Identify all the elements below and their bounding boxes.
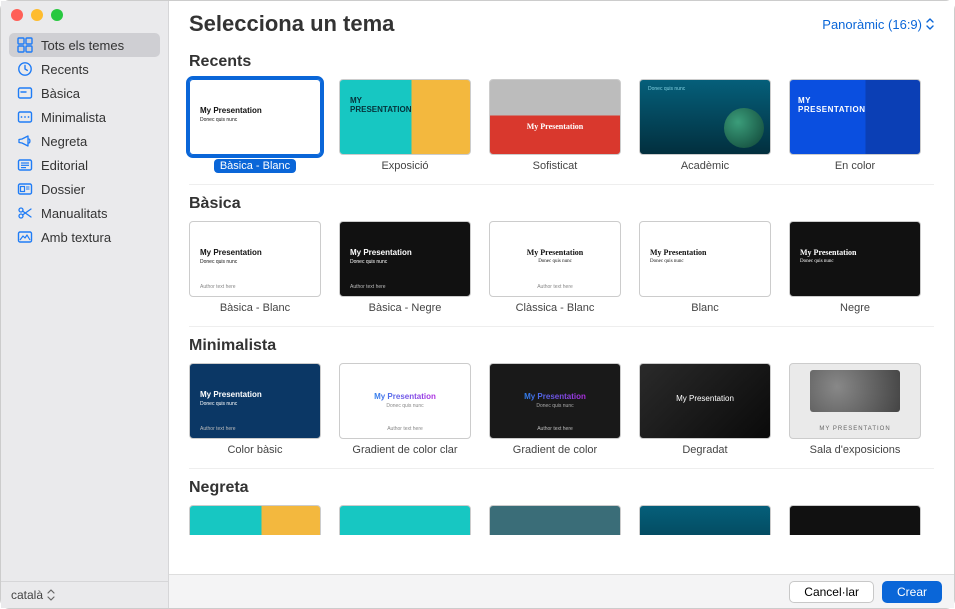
theme-label: Clàssica - Blanc (516, 302, 595, 314)
theme-row-recents: My PresentationDonec quis nunc Bàsica - … (189, 79, 934, 185)
section-title-negreta: Negreta (189, 479, 934, 497)
chevron-updown-icon (47, 589, 55, 601)
theme-label: Negre (840, 302, 870, 314)
theme-card[interactable]: MYPRESENTATION Exposició (339, 79, 471, 172)
theme-card[interactable]: MY PRESENTATION Sala d'exposicions (789, 363, 921, 456)
theme-row-negreta (189, 505, 934, 535)
theme-card[interactable]: Donec quis nunc Acadèmic (639, 79, 771, 172)
theme-row-minimalista: My PresentationDonec quis nunc Author te… (189, 363, 934, 469)
sidebar-item-basic[interactable]: Bàsica (9, 81, 160, 105)
sidebar-item-label: Tots els temes (41, 38, 124, 53)
sidebar-item-label: Bàsica (41, 86, 80, 101)
minimal-theme-icon (17, 109, 33, 125)
theme-label: Color bàsic (227, 444, 282, 456)
theme-label: Sofisticat (533, 160, 578, 172)
theme-card[interactable]: My PresentationDonec quis nunc Author te… (189, 363, 321, 456)
sidebar-item-label: Recents (41, 62, 89, 77)
theme-label: Blanc (691, 302, 719, 314)
theme-card[interactable]: My PresentationDonec quis nunc Author te… (489, 363, 621, 456)
theme-card[interactable] (489, 505, 621, 523)
sidebar-item-minimalist[interactable]: Minimalista (9, 105, 160, 129)
theme-card[interactable]: My PresentationDonec quis nunc Author te… (489, 221, 621, 314)
theme-card[interactable] (339, 505, 471, 523)
basic-theme-icon (17, 85, 33, 101)
editorial-icon (17, 157, 33, 173)
section-title-minimalista: Minimalista (189, 337, 934, 355)
megaphone-icon (17, 133, 33, 149)
theme-card[interactable]: MYPRESENTATION En color (789, 79, 921, 172)
scissors-icon (17, 205, 33, 221)
theme-label: Degradat (682, 444, 727, 456)
sidebar-category-list: Tots els temes Recents Bàsica Minimalist… (1, 29, 168, 581)
sidebar-item-label: Dossier (41, 182, 85, 197)
section-title-recents: Recents (189, 53, 934, 71)
sidebar: Tots els temes Recents Bàsica Minimalist… (1, 1, 169, 608)
texture-icon (17, 229, 33, 245)
theme-label: Bàsica - Blanc (220, 302, 290, 314)
grid-icon (17, 37, 33, 53)
language-selector[interactable]: català (1, 581, 168, 608)
aspect-ratio-selector[interactable]: Panoràmic (16:9) (822, 17, 934, 32)
theme-card[interactable]: My Presentation Sofisticat (489, 79, 621, 172)
dossier-icon (17, 181, 33, 197)
sidebar-item-label: Amb textura (41, 230, 111, 245)
sidebar-item-editorial[interactable]: Editorial (9, 153, 160, 177)
theme-label: Exposició (381, 160, 428, 172)
theme-card[interactable]: My PresentationDonec quis nunc Negre (789, 221, 921, 314)
theme-label: Bàsica - Negre (369, 302, 442, 314)
close-window-button[interactable] (11, 9, 23, 21)
section-title-basica: Bàsica (189, 195, 934, 213)
theme-card[interactable] (189, 505, 321, 523)
theme-label: En color (835, 160, 875, 172)
theme-card[interactable] (639, 505, 771, 523)
aspect-ratio-label: Panoràmic (16:9) (822, 17, 922, 32)
footer-bar: Cancel·lar Crear (169, 574, 954, 608)
sidebar-item-label: Minimalista (41, 110, 106, 125)
theme-row-basica: My PresentationDonec quis nunc Author te… (189, 221, 934, 327)
minimize-window-button[interactable] (31, 9, 43, 21)
theme-label: Acadèmic (681, 160, 729, 172)
theme-card[interactable]: My Presentation Degradat (639, 363, 771, 456)
theme-label: Gradient de color clar (352, 444, 457, 456)
theme-card[interactable]: My PresentationDonec quis nunc Author te… (339, 221, 471, 314)
sidebar-item-label: Editorial (41, 158, 88, 173)
zoom-window-button[interactable] (51, 9, 63, 21)
page-title: Selecciona un tema (189, 11, 394, 37)
sidebar-item-portfolio[interactable]: Dossier (9, 177, 160, 201)
theme-label: Bàsica - Blanc (214, 159, 296, 173)
sidebar-item-craft[interactable]: Manualitats (9, 201, 160, 225)
language-label: català (11, 588, 43, 602)
sidebar-item-bold[interactable]: Negreta (9, 129, 160, 153)
chevron-updown-icon (926, 18, 934, 30)
theme-card[interactable]: My PresentationDonec quis nunc Author te… (339, 363, 471, 456)
theme-label: Gradient de color (513, 444, 597, 456)
main-panel: Selecciona un tema Panoràmic (16:9) Rece… (169, 1, 954, 608)
clock-icon (17, 61, 33, 77)
sidebar-item-label: Manualitats (41, 206, 107, 221)
sidebar-item-recents[interactable]: Recents (9, 57, 160, 81)
theme-card[interactable]: My PresentationDonec quis nunc Author te… (189, 221, 321, 314)
window-controls (1, 1, 168, 29)
theme-scroll-area[interactable]: Recents My PresentationDonec quis nunc B… (169, 43, 954, 574)
cancel-button[interactable]: Cancel·lar (789, 581, 874, 603)
sidebar-item-textured[interactable]: Amb textura (9, 225, 160, 249)
sidebar-item-all-themes[interactable]: Tots els temes (9, 33, 160, 57)
theme-card[interactable] (789, 505, 921, 523)
theme-card[interactable]: My PresentationDonec quis nunc Bàsica - … (189, 79, 321, 172)
create-button[interactable]: Crear (882, 581, 942, 603)
theme-card[interactable]: My PresentationDonec quis nunc Blanc (639, 221, 771, 314)
sidebar-item-label: Negreta (41, 134, 87, 149)
theme-label: Sala d'exposicions (810, 444, 901, 456)
